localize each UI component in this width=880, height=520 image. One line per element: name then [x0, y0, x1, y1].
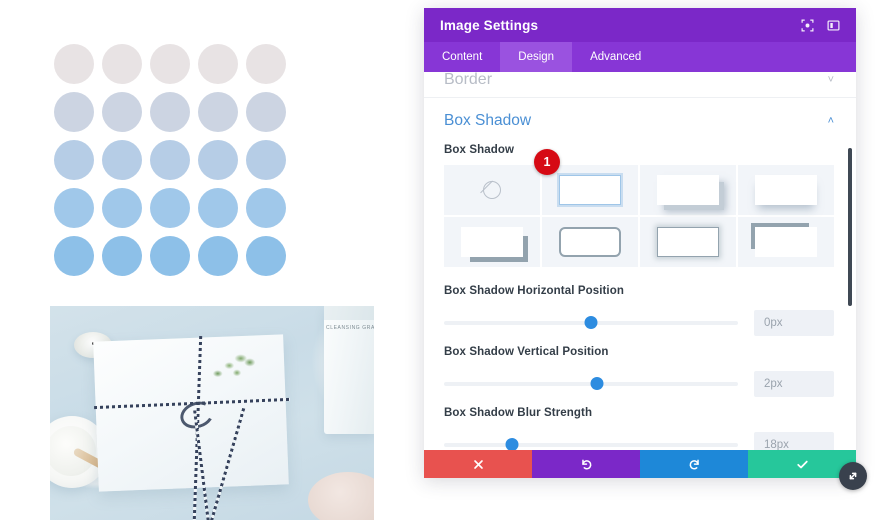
- dot: [102, 140, 142, 180]
- slider-label: Box Shadow Vertical Position: [444, 346, 609, 358]
- slider-vertical-position: Box Shadow Vertical Position 2px: [444, 346, 834, 401]
- dot: [246, 236, 286, 276]
- slider-track-area[interactable]: [444, 375, 738, 393]
- dot: [102, 44, 142, 84]
- panel-action-bar: [424, 450, 856, 478]
- dot: [102, 236, 142, 276]
- preset-none[interactable]: [444, 165, 540, 215]
- vertical-position-input[interactable]: 2px: [754, 371, 834, 397]
- tab-design[interactable]: Design: [500, 42, 573, 72]
- scrollbar[interactable]: [848, 72, 852, 450]
- dot: [198, 44, 238, 84]
- cancel-button[interactable]: [424, 450, 532, 478]
- settings-body: Border ˅ Box Shadow ˄ Box Shadow Box Sha…: [424, 72, 856, 450]
- dot: [198, 236, 238, 276]
- panel-layout-icon[interactable]: [822, 14, 844, 36]
- preset-swatch: [461, 227, 523, 257]
- slider-label: Box Shadow Blur Strength: [444, 407, 593, 419]
- bottle-label-text: CLEANSING GRAINS: [326, 325, 374, 331]
- slider-knob[interactable]: [584, 316, 598, 329]
- slider-label: Box Shadow Horizontal Position: [444, 285, 624, 297]
- chevron-down-icon: ˅: [827, 73, 834, 86]
- slider-blur-strength: Box Shadow Blur Strength 18px: [444, 407, 834, 450]
- slider-track: [444, 443, 738, 447]
- slider-track-area[interactable]: [444, 436, 738, 450]
- box-shadow-field: Box Shadow Box Shadow Horizontal Positio…: [424, 144, 856, 450]
- settings-tabs: Content Design Advanced: [424, 42, 856, 72]
- tab-advanced[interactable]: Advanced: [572, 42, 659, 72]
- stone-dish: [308, 472, 374, 520]
- section-box-shadow-label: Box Shadow: [444, 112, 532, 129]
- scrollbar-thumb[interactable]: [848, 148, 852, 306]
- preset-glow-ring[interactable]: [640, 217, 736, 267]
- horizontal-position-input[interactable]: 0px: [754, 310, 834, 336]
- slider-knob[interactable]: [505, 438, 519, 450]
- dot: [150, 236, 190, 276]
- box-shadow-field-label: Box Shadow: [444, 144, 515, 156]
- dot: [150, 188, 190, 228]
- dot: [54, 44, 94, 84]
- dot: [246, 92, 286, 132]
- dot: [198, 188, 238, 228]
- dot: [54, 140, 94, 180]
- preset-swatch: [559, 227, 621, 257]
- dot-grid-graphic: [54, 44, 286, 276]
- dot: [102, 92, 142, 132]
- dot: [150, 44, 190, 84]
- resize-handle[interactable]: [839, 462, 867, 490]
- dot: [198, 140, 238, 180]
- image-settings-panel: Image Settings Content Design Advanced B…: [424, 8, 856, 478]
- bottle-cap: [324, 306, 374, 320]
- dot: [246, 44, 286, 84]
- preset-swatch: [657, 175, 719, 205]
- screen-root: CLEANSING GRAINS Image Settings: [0, 0, 880, 520]
- dot: [54, 188, 94, 228]
- preset-swatch: [559, 175, 621, 205]
- panel-header: Image Settings: [424, 8, 856, 42]
- dot: [150, 140, 190, 180]
- dot: [54, 236, 94, 276]
- slider-track-area[interactable]: [444, 314, 738, 332]
- dot: [198, 92, 238, 132]
- section-box-shadow[interactable]: Box Shadow ˄: [424, 98, 856, 144]
- blur-strength-input[interactable]: 18px: [754, 432, 834, 450]
- dot: [246, 188, 286, 228]
- no-shadow-icon: [483, 181, 501, 199]
- slider-knob[interactable]: [590, 377, 604, 390]
- preset-swatch: [657, 227, 719, 257]
- slider-horizontal-position: Box Shadow Horizontal Position 0px: [444, 285, 834, 340]
- herb-sprig: [196, 352, 260, 392]
- annotation-badge-1: 1: [534, 149, 560, 175]
- undo-button[interactable]: [532, 450, 640, 478]
- box-shadow-preset-grid: [444, 165, 834, 267]
- photo-background: CLEANSING GRAINS: [50, 306, 374, 520]
- tab-content[interactable]: Content: [424, 42, 500, 72]
- dot: [54, 92, 94, 132]
- preset-swatch: [755, 227, 817, 257]
- preset-corner-bottom-right[interactable]: [444, 217, 540, 267]
- dot: [150, 92, 190, 132]
- preview-photo: CLEANSING GRAINS: [50, 306, 374, 520]
- page-title: Image Settings: [440, 17, 539, 33]
- preset-selected-flat[interactable]: [542, 165, 638, 215]
- preset-swatch: [755, 175, 817, 205]
- section-border[interactable]: Border ˅: [424, 72, 856, 98]
- preset-outline-rounded[interactable]: [542, 217, 638, 267]
- dot: [102, 188, 142, 228]
- preset-bottom-soft[interactable]: [738, 165, 834, 215]
- fullscreen-icon[interactable]: [796, 14, 818, 36]
- section-border-label: Border: [444, 72, 493, 88]
- preset-corner-top-left[interactable]: [738, 217, 834, 267]
- preset-bottom-right-hard[interactable]: [640, 165, 736, 215]
- dot: [246, 140, 286, 180]
- redo-button[interactable]: [640, 450, 748, 478]
- chevron-up-icon: ˄: [827, 115, 834, 127]
